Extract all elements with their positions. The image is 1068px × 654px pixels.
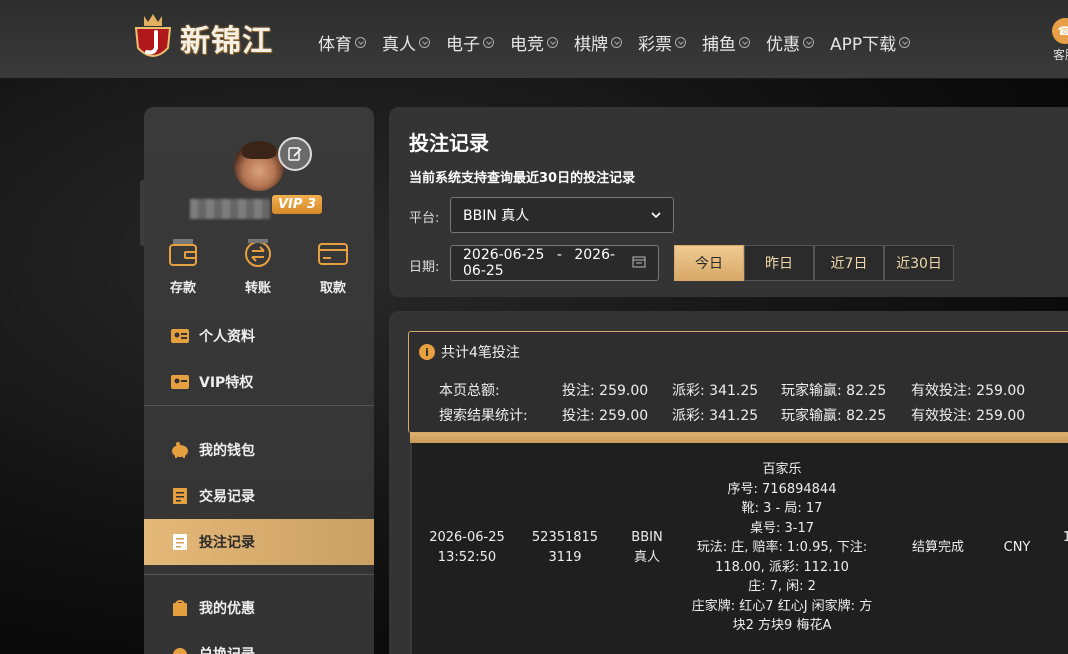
menu-divider	[144, 574, 374, 575]
chevron-down-icon	[611, 37, 622, 48]
bet-status: 结算完成	[911, 540, 964, 555]
chevron-down-icon	[547, 37, 558, 48]
sidebar-item-my-promotions[interactable]: 我的优惠	[144, 585, 374, 631]
avatar	[234, 141, 284, 191]
sidebar: VIP 3 存款 转账 取款 个人资料 VIP特权 我的钱包 交易记录 投注记录…	[144, 107, 374, 654]
date-label: 日期:	[409, 260, 440, 275]
id-card-icon	[170, 326, 190, 346]
site-logo[interactable]: 新锦江	[130, 12, 273, 64]
username-blurred	[190, 199, 270, 219]
sidebar-item-exchange-records[interactable]: 兑换记录	[144, 631, 374, 654]
date-separator: -	[556, 247, 562, 263]
menu-group-promotions: 我的优惠 兑换记录	[144, 585, 374, 654]
customer-service[interactable]: ☎ 客服	[1052, 18, 1068, 63]
edit-icon	[288, 147, 302, 161]
date-start: 2026-06-25	[463, 247, 545, 263]
deposit-button[interactable]: 存款	[158, 239, 208, 296]
table-header	[410, 433, 1068, 443]
transfer-button[interactable]: 转账	[233, 239, 283, 296]
wallet-icon	[169, 239, 197, 266]
nav-item-lottery[interactable]: 彩票	[638, 30, 686, 55]
nav-item-slots[interactable]: 电子	[446, 30, 494, 55]
calendar-icon	[632, 255, 646, 272]
sidebar-item-vip[interactable]: VIP特权	[144, 359, 374, 405]
chevron-down-icon	[651, 207, 661, 223]
nav-item-cards[interactable]: 棋牌	[574, 30, 622, 55]
chevron-down-icon	[483, 37, 494, 48]
card-icon	[318, 243, 348, 265]
nav-item-sports[interactable]: 体育	[318, 30, 366, 55]
order-number: 52351815 3119	[531, 530, 599, 565]
chevron-down-icon	[739, 37, 750, 48]
main-nav: 体育 真人 电子 电竞 棋牌 彩票 捕鱼 优惠 APP下载	[318, 30, 926, 55]
summary-box: i 共计4笔投注 本页总额: 投注: 259.00 派彩: 341.25 玩家输…	[408, 331, 1068, 433]
exchange-icon	[170, 644, 190, 654]
vip-card-icon	[170, 372, 190, 392]
chevron-down-icon	[899, 37, 911, 48]
bet-currency: CNY	[1003, 540, 1031, 555]
nav-item-esports[interactable]: 电竞	[510, 30, 558, 55]
nav-item-fishing[interactable]: 捕鱼	[702, 30, 750, 55]
bet-results-panel: i 共计4笔投注 本页总额: 投注: 259.00 派彩: 341.25 玩家输…	[389, 311, 1068, 654]
date-range-tabs: 今日 昨日 近7日 近30日	[674, 245, 954, 281]
platform-label: 平台:	[409, 211, 440, 226]
edit-profile-button[interactable]	[278, 137, 312, 171]
query-hint: 当前系统支持查询最近30日的投注记录	[409, 171, 636, 186]
date-range-input[interactable]: 2026-06-25 - 2026-06-25	[450, 245, 659, 281]
top-header: 新锦江 体育 真人 电子 电竞 棋牌 彩票 捕鱼 优惠 APP下载 ☎ 客服	[0, 0, 1068, 79]
bet-amount: 1	[1062, 530, 1068, 545]
bet-platform: BBIN 真人	[631, 530, 663, 565]
chevron-down-icon	[803, 37, 814, 48]
withdraw-button[interactable]: 取款	[308, 239, 358, 296]
logo-text: 新锦江	[180, 24, 273, 59]
sidebar-item-bet-records[interactable]: 投注记录	[144, 519, 374, 565]
vip-badge: VIP 3	[272, 195, 322, 214]
chevron-down-icon	[419, 37, 430, 48]
bet-detail: 百家乐 序号: 716894844 靴: 3 - 局: 17 桌号: 3-17 …	[691, 462, 873, 633]
chevron-down-icon	[355, 37, 366, 48]
document-icon	[170, 486, 190, 506]
sidebar-item-wallet[interactable]: 我的钱包	[144, 427, 374, 473]
bet-record-icon	[170, 532, 190, 552]
transfer-icon	[245, 239, 271, 267]
platform-select[interactable]: BBIN 真人	[450, 197, 674, 233]
piggy-bank-icon	[170, 440, 190, 460]
nav-item-live[interactable]: 真人	[382, 30, 430, 55]
table-row: 2026-06-25 13:52:50 52351815 3119 BBIN 真…	[410, 443, 1068, 654]
gift-icon	[170, 598, 190, 618]
bet-time: 2026-06-25 13:52:50	[429, 530, 505, 565]
range-yesterday-button[interactable]: 昨日	[744, 245, 814, 281]
info-icon: i	[419, 344, 435, 360]
menu-group-finance: 我的钱包 交易记录 投注记录	[144, 427, 374, 565]
page-title: 投注记录	[409, 131, 489, 155]
sidebar-item-profile[interactable]: 个人资料	[144, 313, 374, 359]
nav-item-app-download[interactable]: APP下载	[830, 30, 911, 55]
bet-query-panel: 投注记录 当前系统支持查询最近30日的投注记录 平台: BBIN 真人 日期: …	[389, 107, 1068, 297]
range-30days-button[interactable]: 近30日	[884, 245, 954, 281]
menu-group-account: 个人资料 VIP特权	[144, 313, 374, 405]
headset-icon: ☎	[1052, 18, 1068, 44]
range-today-button[interactable]: 今日	[674, 245, 744, 281]
range-7days-button[interactable]: 近7日	[814, 245, 884, 281]
nav-item-promotions[interactable]: 优惠	[766, 30, 814, 55]
logo-crest-icon	[130, 12, 176, 64]
bet-count: 共计4笔投注	[441, 345, 520, 361]
chevron-down-icon	[675, 37, 686, 48]
menu-divider	[144, 405, 374, 406]
sidebar-item-transactions[interactable]: 交易记录	[144, 473, 374, 519]
